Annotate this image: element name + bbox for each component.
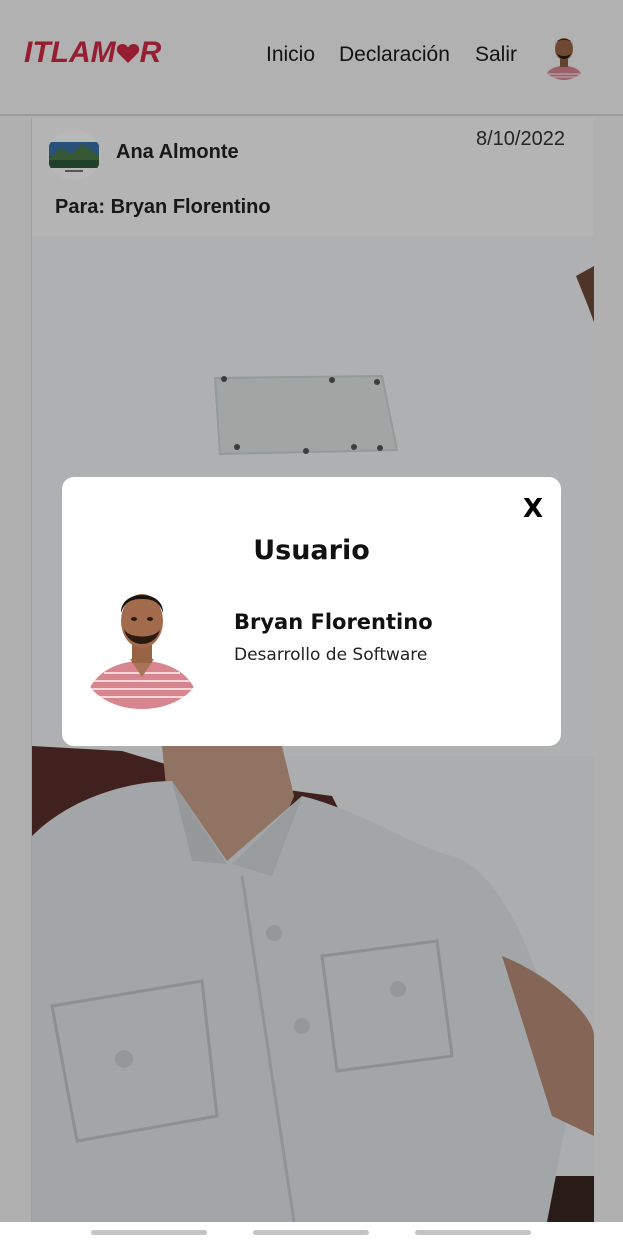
bottom-indicator xyxy=(91,1230,207,1235)
profile-role: Desarrollo de Software xyxy=(234,645,428,665)
profile-photo xyxy=(84,581,200,709)
close-button[interactable]: X xyxy=(523,494,543,524)
bottom-indicator xyxy=(253,1230,369,1235)
profile-name: Bryan Florentino xyxy=(234,610,433,634)
bottom-indicator xyxy=(415,1230,531,1235)
modal-title: Usuario xyxy=(253,535,370,566)
user-modal: X Usuario Bryan Florentino Desarrollo de… xyxy=(62,477,561,746)
bottom-bar xyxy=(0,1222,623,1243)
